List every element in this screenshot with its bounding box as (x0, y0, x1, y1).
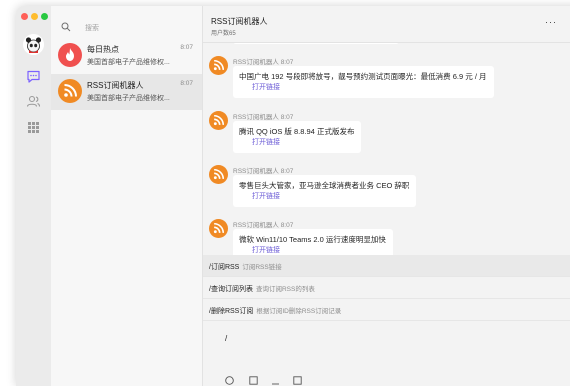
rss-icon (209, 219, 228, 238)
conversation-name: RSS订阅机器人 (87, 81, 144, 90)
user-avatar[interactable] (23, 34, 44, 55)
message-text: 中国广电 192 号段即将放号，靓号预约测试页面曝光：最低消费 6.9 元 / … (239, 72, 487, 81)
chat-header: RSS订阅机器人 用户数65 ··· (203, 6, 570, 43)
command-name: /删除RSS订阅 (209, 308, 254, 315)
conversation-preview: 美国首部电子产品维修权... (87, 95, 170, 102)
message-bubble: 微软 Win11/10 Teams 2.0 运行速度明显加快 打开链接 (233, 229, 393, 255)
message-sender: RSS订阅机器人 8:07 (233, 114, 294, 121)
message-text: 腾讯 QQ iOS 版 8.8.94 正式版发布 (239, 127, 355, 136)
message-input[interactable]: / (203, 321, 570, 386)
close-window-button[interactable] (21, 13, 28, 20)
screenshot-icon[interactable] (293, 376, 302, 385)
member-count: 用户数65 (211, 31, 236, 37)
command-item-delete[interactable]: /删除RSS订阅 根据订阅ID删除RSS订阅记录 (203, 299, 570, 321)
message-bubble: 中国广电 192 号段即将放号，靓号预约测试页面曝光：最低消费 6.9 元 / … (233, 66, 494, 98)
message-bubble: 腾讯 QQ iOS 版 8.8.94 正式版发布 打开链接 (233, 121, 362, 153)
rss-icon (209, 165, 228, 184)
rss-icon (209, 111, 228, 130)
conversation-preview: 美国首部电子产品维修权... (87, 59, 170, 66)
file-icon[interactable] (271, 376, 280, 385)
command-desc: 根据订阅ID删除RSS订阅记录 (256, 308, 342, 315)
contacts-icon[interactable] (26, 94, 41, 109)
conversation-list: 搜索 每日热点 8:07 美国首部电子产品维修权... RSS订阅机器人 8:0 (51, 6, 203, 386)
open-link[interactable]: 打开链接 (239, 82, 487, 94)
rss-icon (209, 56, 228, 75)
chat-panel: RSS订阅机器人 用户数65 ··· RSS订阅机器人 8:07 中国广电 19… (203, 6, 570, 386)
emoji-icon[interactable] (225, 376, 234, 385)
message-text: 微软 Win11/10 Teams 2.0 运行速度明显加快 (239, 235, 386, 244)
apps-grid-icon[interactable] (26, 120, 41, 135)
open-link[interactable]: 打开链接 (239, 245, 386, 255)
command-desc: 订阅RSS链接 (242, 264, 282, 271)
search-placeholder: 搜索 (85, 25, 99, 32)
conversation-item-active[interactable]: RSS订阅机器人 8:07 美国首部电子产品维修权... (51, 74, 202, 110)
message-sender: RSS订阅机器人 8:07 (233, 168, 294, 175)
image-icon[interactable] (249, 376, 258, 385)
conversation-time: 8:07 (180, 44, 193, 51)
app-window: 搜索 每日热点 8:07 美国首部电子产品维修权... RSS订阅机器人 8:0 (16, 6, 570, 386)
minimize-window-button[interactable] (31, 13, 38, 20)
fire-icon (58, 43, 82, 67)
message-list: RSS订阅机器人 8:07 中国广电 192 号段即将放号，靓号预约测试页面曝光… (203, 42, 570, 255)
command-desc: 查询订阅RSS的列表 (255, 286, 315, 293)
message-sender: RSS订阅机器人 8:07 (233, 59, 294, 66)
message-sender: RSS订阅机器人 8:07 (233, 222, 294, 229)
command-suggestions: /订阅RSS 订阅RSS链接 /查询订阅列表 查询订阅RSS的列表 /删除RSS订阅… (203, 255, 570, 321)
search-icon (61, 22, 71, 32)
open-link[interactable]: 打开链接 (239, 137, 354, 149)
maximize-window-button[interactable] (41, 13, 48, 20)
chat-title: RSS订阅机器人 (211, 17, 268, 26)
open-link[interactable]: 打开链接 (239, 191, 409, 203)
command-item-list[interactable]: /查询订阅列表 查询订阅RSS的列表 (203, 277, 570, 299)
message-text: 零售巨头大管家，亚马逊全球消费者业务 CEO 辞职 (239, 181, 410, 190)
chat-icon[interactable] (26, 69, 41, 84)
command-item-subscribe[interactable]: /订阅RSS 订阅RSS链接 (203, 255, 570, 277)
command-name: /查询订阅列表 (209, 286, 253, 293)
icon-rail (16, 6, 51, 386)
input-value: / (225, 334, 228, 343)
command-name: /订阅RSS (209, 264, 240, 271)
search-input[interactable]: 搜索 (59, 20, 194, 34)
conversation-time: 8:07 (180, 80, 193, 87)
more-options-button[interactable]: ··· (545, 17, 557, 27)
rss-icon (58, 79, 82, 103)
conversation-name: 每日热点 (87, 45, 119, 54)
conversation-item[interactable]: 每日热点 8:07 美国首部电子产品维修权... (51, 38, 202, 74)
message-bubble: 零售巨头大管家，亚马逊全球消费者业务 CEO 辞职 打开链接 (233, 175, 417, 207)
